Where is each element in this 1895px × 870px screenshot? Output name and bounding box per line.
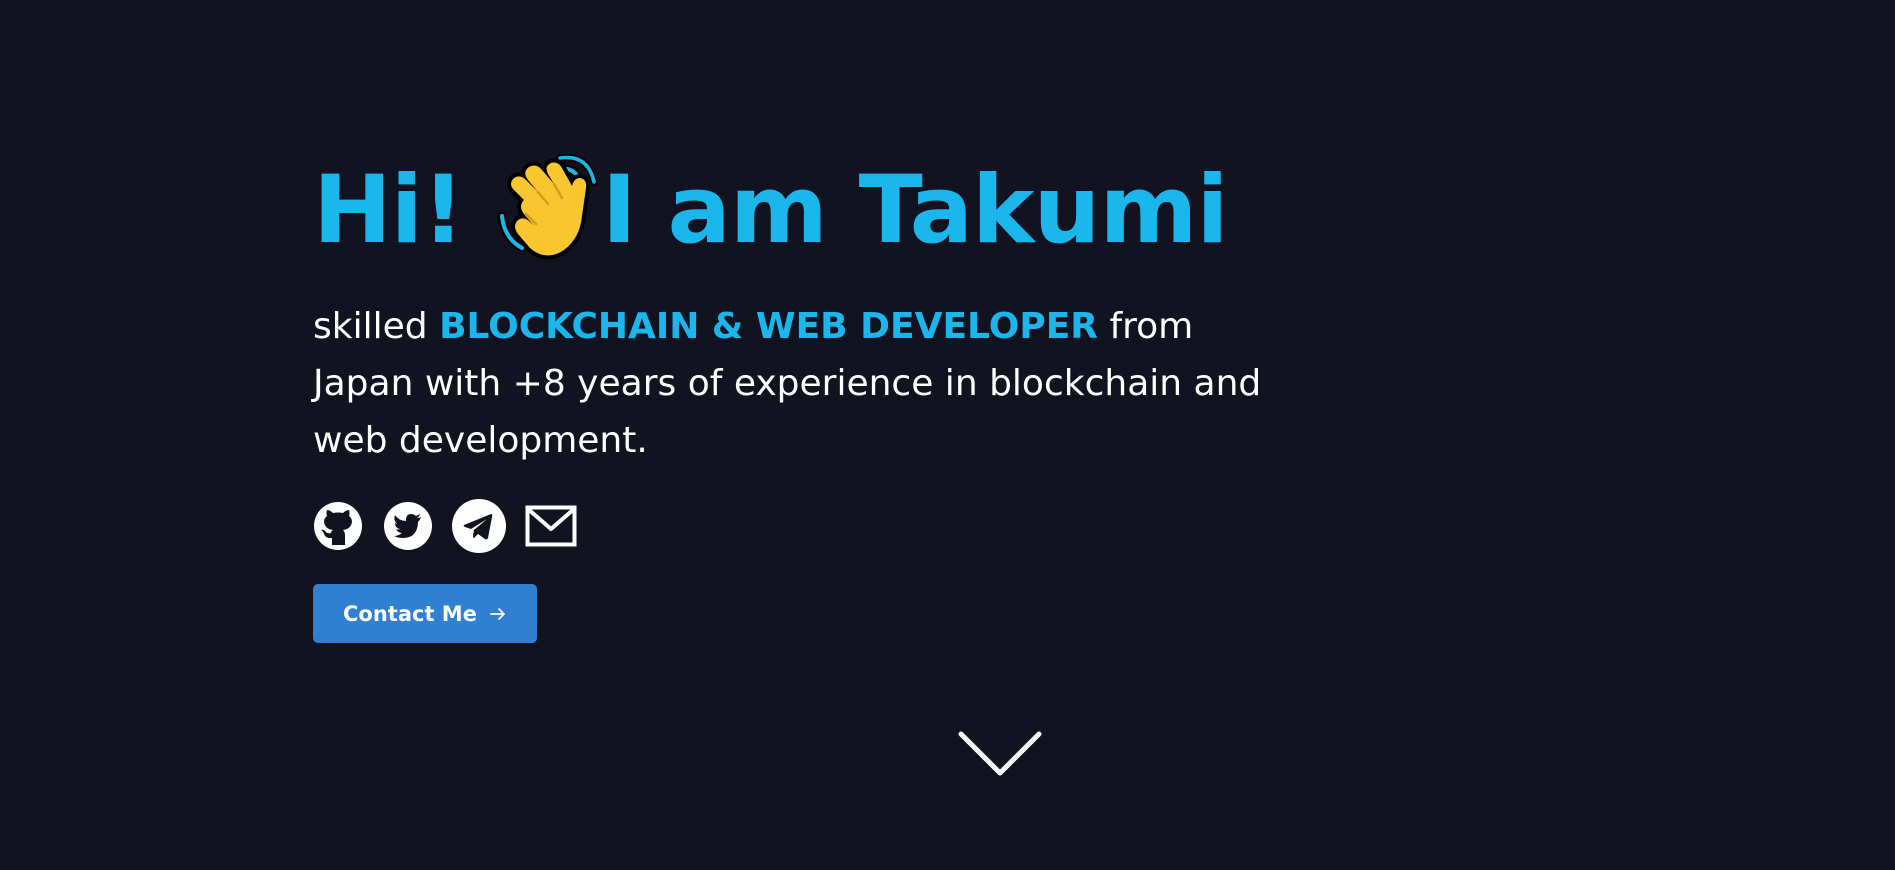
- twitter-icon: [384, 502, 432, 550]
- chevron-down-icon: [958, 731, 1042, 776]
- github-link[interactable]: [313, 501, 363, 551]
- hero-tagline: skilled BLOCKCHAIN & WEB DEVELOPER from …: [313, 298, 1273, 469]
- role-highlight: BLOCKCHAIN & WEB DEVELOPER: [439, 306, 1099, 347]
- waving-hand-icon: [494, 154, 598, 264]
- greeting-text: Hi!: [313, 156, 465, 265]
- contact-me-button[interactable]: Contact Me: [313, 584, 537, 643]
- name-text: I am Takumi: [601, 156, 1229, 265]
- hero-headline: Hi! I am Takumi: [313, 150, 1293, 272]
- github-icon: [314, 502, 362, 550]
- mail-icon: [525, 505, 577, 547]
- arrow-right-icon: [489, 605, 507, 623]
- telegram-icon: [452, 499, 506, 553]
- hero-page: Hi! I am Takumi skilled BLOCKCHAIN & WEB…: [0, 0, 1895, 870]
- social-links: [313, 497, 1293, 555]
- email-link[interactable]: [525, 505, 577, 547]
- tagline-prefix: skilled: [313, 306, 440, 347]
- telegram-link[interactable]: [451, 498, 507, 554]
- scroll-down-button[interactable]: [958, 730, 1042, 780]
- twitter-link[interactable]: [383, 501, 433, 551]
- contact-me-label: Contact Me: [343, 601, 477, 626]
- hero-section: Hi! I am Takumi skilled BLOCKCHAIN & WEB…: [313, 150, 1293, 643]
